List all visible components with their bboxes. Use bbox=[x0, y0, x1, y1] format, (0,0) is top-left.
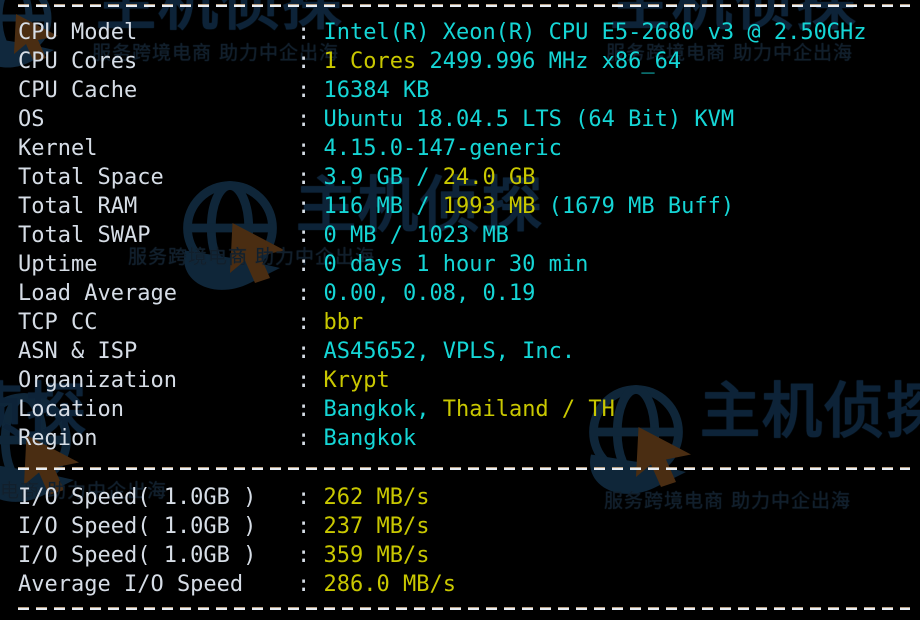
system-info-row: CPU Cache: 16384 KB bbox=[18, 76, 429, 105]
row-label: OS bbox=[18, 107, 45, 132]
row-label: Total Space bbox=[18, 165, 164, 190]
row-value-highlight: 1993 MB bbox=[442, 194, 536, 219]
system-info-row: Total SWAP: 0 MB / 1023 MB bbox=[18, 221, 509, 250]
row-colon: : bbox=[297, 223, 324, 248]
row-value-highlight: bbr bbox=[323, 310, 364, 335]
system-info-row: Location: Bangkok, Thailand / TH bbox=[18, 395, 615, 424]
row-label: TCP CC bbox=[18, 310, 98, 335]
row-colon: : bbox=[297, 397, 324, 422]
terminal-window: 主机侦探 服务跨境电商 助力中企出海 主机侦探 服务跨境电商 助力中企出海 主机… bbox=[0, 0, 920, 620]
io-result-row: I/O Speed( 1.0GB ): 262 MB/s bbox=[18, 483, 429, 512]
row-value-highlight: 1 Cores bbox=[323, 49, 417, 74]
row-value: 3.9 GB / bbox=[323, 165, 443, 190]
row-label: Average I/O Speed bbox=[18, 572, 244, 597]
system-info-row: Region: Bangkok bbox=[18, 424, 416, 453]
row-label: Region bbox=[18, 426, 98, 451]
row-value: 116 MB / bbox=[323, 194, 443, 219]
system-info-row: ASN & ISP: AS45652, VPLS, Inc. bbox=[18, 337, 575, 366]
row-label: Total SWAP bbox=[18, 223, 151, 248]
io-result-row: Average I/O Speed: 286.0 MB/s bbox=[18, 570, 456, 599]
system-info-row: Uptime: 0 days 1 hour 30 min bbox=[18, 250, 588, 279]
row-label: Load Average bbox=[18, 281, 177, 306]
row-value: Intel(R) Xeon(R) CPU E5-2680 v3 @ 2.50GH… bbox=[323, 20, 867, 45]
row-value: 16384 KB bbox=[323, 78, 430, 103]
system-info-row: Total Space: 3.9 GB / 24.0 GB bbox=[18, 163, 535, 192]
row-colon: : bbox=[297, 310, 324, 335]
row-label: I/O Speed( 1.0GB ) bbox=[18, 514, 257, 539]
system-info-row: Total RAM: 116 MB / 1993 MB (1679 MB Buf… bbox=[18, 192, 734, 221]
row-value: AS45652, VPLS, Inc. bbox=[323, 339, 576, 364]
row-value: Ubuntu 18.04.5 LTS (64 Bit) KVM bbox=[323, 107, 735, 132]
row-label: CPU Model bbox=[18, 20, 138, 45]
row-label: Uptime bbox=[18, 252, 98, 277]
system-info-row: Organization: Krypt bbox=[18, 366, 390, 395]
row-value-highlight: 262 MB/s bbox=[323, 485, 430, 510]
row-colon: : bbox=[297, 485, 324, 510]
row-colon: : bbox=[297, 514, 324, 539]
row-label: Kernel bbox=[18, 136, 98, 161]
row-value: 2499.996 MHz x86_64 bbox=[416, 49, 682, 74]
row-value: 0 days 1 hour 30 min bbox=[323, 252, 589, 277]
row-colon: : bbox=[297, 426, 324, 451]
system-info-row: TCP CC: bbr bbox=[18, 308, 363, 337]
row-colon: : bbox=[297, 572, 324, 597]
row-colon: : bbox=[297, 20, 324, 45]
row-label: ASN & ISP bbox=[18, 339, 138, 364]
row-value: (1679 MB Buff) bbox=[535, 194, 735, 219]
row-value-highlight: 359 MB/s bbox=[323, 543, 430, 568]
row-value: 4.15.0-147-generic bbox=[323, 136, 562, 161]
row-colon: : bbox=[297, 194, 324, 219]
row-colon: : bbox=[297, 49, 324, 74]
row-value-highlight: 286.0 MB/s bbox=[323, 572, 456, 597]
row-colon: : bbox=[297, 543, 324, 568]
row-value: 0.00, 0.08, 0.19 bbox=[323, 281, 536, 306]
io-result-row: I/O Speed( 1.0GB ): 359 MB/s bbox=[18, 541, 429, 570]
row-colon: : bbox=[297, 136, 324, 161]
io-result-row: I/O Speed( 1.0GB ): 237 MB/s bbox=[18, 512, 429, 541]
system-info-row: CPU Cores: 1 Cores 2499.996 MHz x86_64 bbox=[18, 47, 681, 76]
row-label: Organization bbox=[18, 368, 177, 393]
row-colon: : bbox=[297, 339, 324, 364]
row-label: Total RAM bbox=[18, 194, 138, 219]
row-colon: : bbox=[297, 78, 324, 103]
row-colon: : bbox=[297, 281, 324, 306]
row-colon: : bbox=[297, 252, 324, 277]
row-value-highlight: Thailand / TH bbox=[442, 397, 615, 422]
system-info-row: OS: Ubuntu 18.04.5 LTS (64 Bit) KVM bbox=[18, 105, 734, 134]
row-value-highlight: Krypt bbox=[323, 368, 390, 393]
system-info-row: Kernel: 4.15.0-147-generic bbox=[18, 134, 562, 163]
system-info-row: CPU Model: Intel(R) Xeon(R) CPU E5-2680 … bbox=[18, 18, 867, 47]
row-value-highlight: 24.0 GB bbox=[442, 165, 536, 190]
row-value-highlight: 237 MB/s bbox=[323, 514, 430, 539]
row-label: I/O Speed( 1.0GB ) bbox=[18, 485, 257, 510]
row-value: Bangkok, bbox=[323, 397, 443, 422]
row-value: 0 MB / 1023 MB bbox=[323, 223, 509, 248]
row-label: Location bbox=[18, 397, 124, 422]
separator-bottom bbox=[18, 607, 910, 610]
separator-top bbox=[18, 4, 910, 7]
row-label: CPU Cores bbox=[18, 49, 138, 74]
row-label: I/O Speed( 1.0GB ) bbox=[18, 543, 257, 568]
row-value: Bangkok bbox=[323, 426, 417, 451]
separator-middle bbox=[18, 467, 910, 470]
row-label: CPU Cache bbox=[18, 78, 138, 103]
row-colon: : bbox=[297, 107, 324, 132]
system-info-row: Load Average: 0.00, 0.08, 0.19 bbox=[18, 279, 535, 308]
terminal-output: CPU Model: Intel(R) Xeon(R) CPU E5-2680 … bbox=[0, 0, 920, 620]
row-colon: : bbox=[297, 368, 324, 393]
row-colon: : bbox=[297, 165, 324, 190]
